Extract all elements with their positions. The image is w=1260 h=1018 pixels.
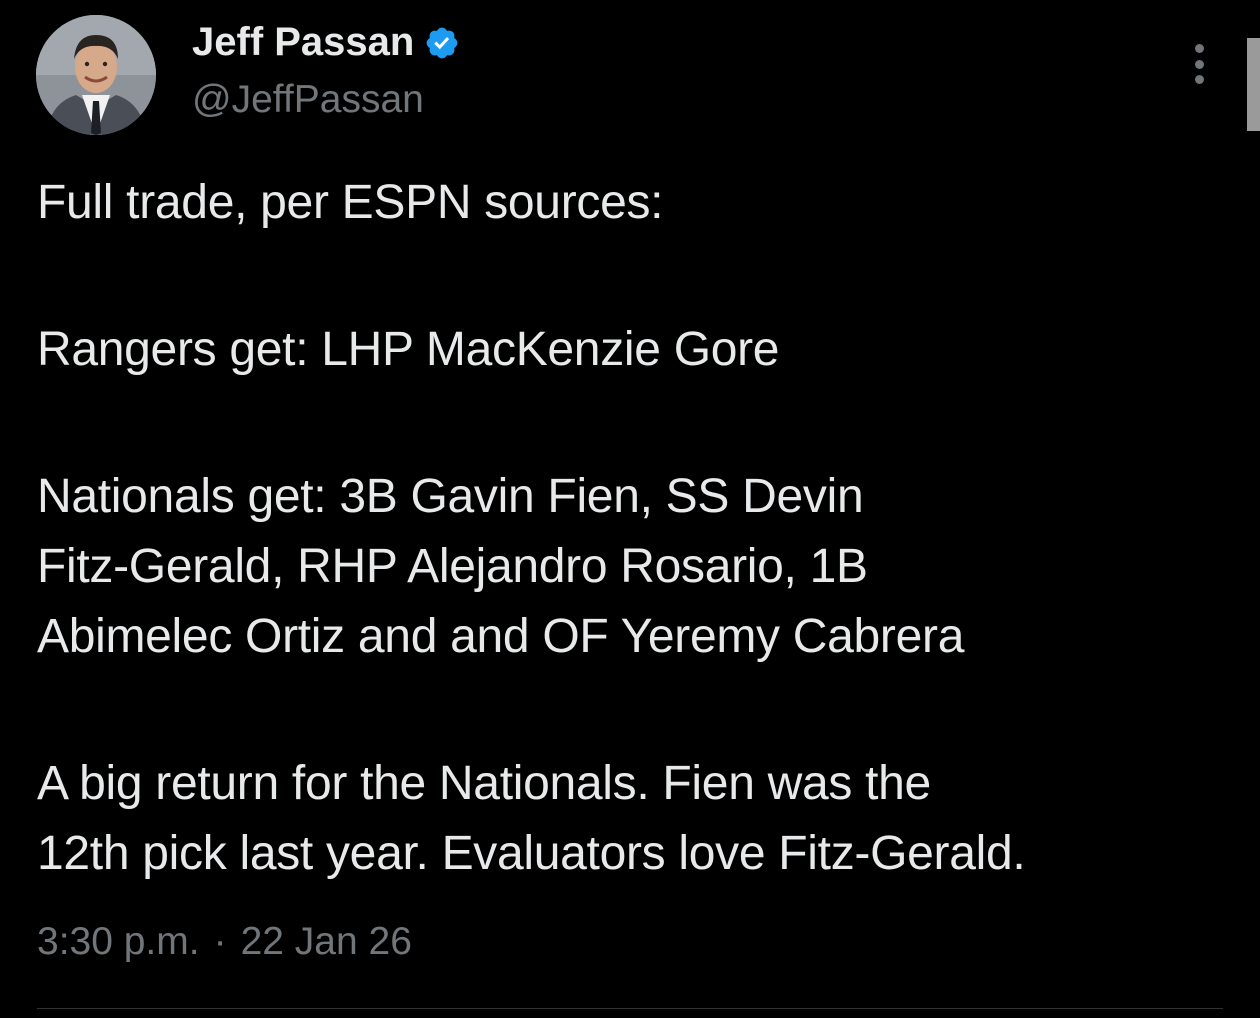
more-options-icon[interactable] [1182,40,1216,88]
tweet-time[interactable]: 3:30 p.m. [37,916,200,968]
author-handle[interactable]: @JeffPassan [192,77,424,123]
author-avatar[interactable] [36,15,156,135]
more-dot [1194,44,1204,53]
tweet-line: Abimelec Ortiz and and OF Yeremy Cabrera [37,610,965,663]
verified-badge-icon [424,24,460,60]
tweet-line: A big return for the Nationals. Fien was… [37,757,931,810]
more-dot [1194,75,1204,84]
meta-separator: · [213,920,227,963]
more-dot [1194,59,1204,69]
author-display-name[interactable]: Jeff Passan [192,18,414,66]
tweet-date[interactable]: 22 Jan 26 [241,916,412,968]
tweet-line: Rangers get: LHP MacKenzie Gore [37,323,780,376]
tweet-line: 12th pick last year. Evaluators love Fit… [37,827,1026,880]
divider [37,1008,1223,1009]
tweet-timestamp[interactable]: 3:30 p.m. · 22 Jan 26 [37,916,412,968]
tweet-line: Nationals get: 3B Gavin Fien, SS Devin [37,470,864,523]
scrollbar-thumb[interactable] [1247,38,1260,131]
tweet-text: Full trade, per ESPN sources: Rangers ge… [37,168,1237,889]
tweet-line: Full trade, per ESPN sources: [37,176,664,229]
avatar-photo [36,15,156,135]
tweet-line: Fitz-Gerald, RHP Alejandro Rosario, 1B [37,540,868,593]
author-display-name-row[interactable]: Jeff Passan [192,18,460,66]
